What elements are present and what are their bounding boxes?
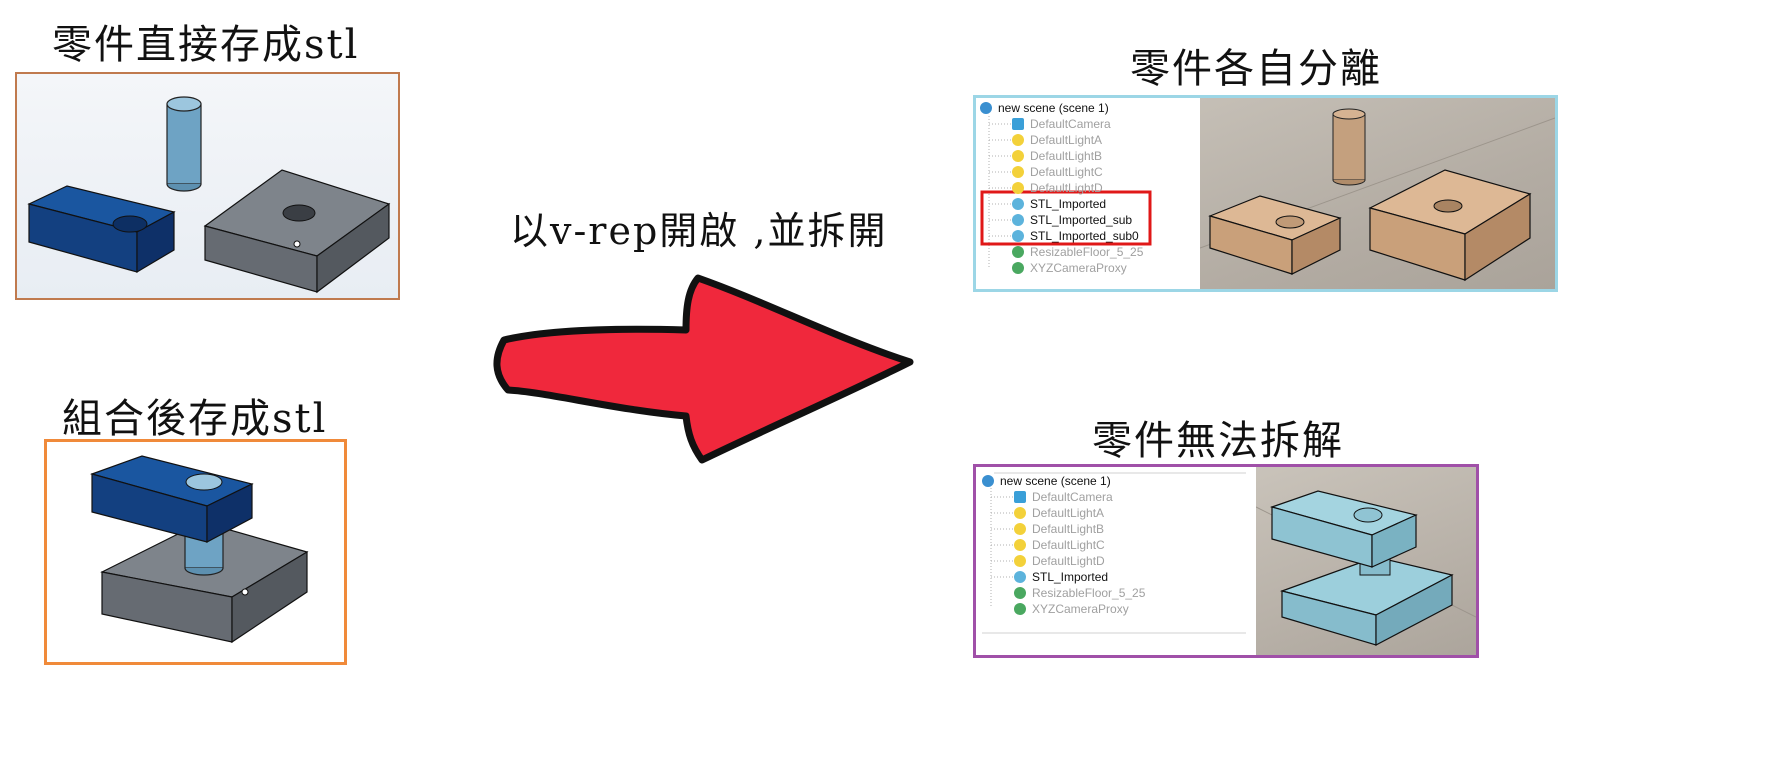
scene-hierarchy-top: new scene (scene 1) DefaultCamera Defaul… bbox=[976, 98, 1200, 289]
right-arrow-icon bbox=[493, 274, 914, 464]
tan-block-part bbox=[1208, 195, 1342, 275]
scene-hierarchy-bottom: new scene (scene 1) DefaultCamera Defaul… bbox=[976, 467, 1252, 655]
floor-icon bbox=[1012, 246, 1024, 258]
separated-parts-render bbox=[1200, 108, 1555, 282]
tree-item-xyz-camera[interactable]: XYZCameraProxy bbox=[1014, 601, 1129, 617]
merged-part-render bbox=[1256, 490, 1476, 646]
shape-drop-icon bbox=[1012, 198, 1024, 210]
cylinder-part bbox=[166, 96, 202, 192]
tree-item-xyz-camera[interactable]: XYZCameraProxy bbox=[1012, 260, 1127, 276]
vrep-merged-panel: new scene (scene 1) DefaultCamera Defaul… bbox=[973, 464, 1479, 658]
light-icon bbox=[1014, 555, 1026, 567]
shape-drop-icon bbox=[1014, 571, 1026, 583]
light-icon bbox=[1014, 507, 1026, 519]
tree-item-light-d[interactable]: DefaultLightD bbox=[1012, 180, 1103, 196]
cad-separate-parts-render bbox=[27, 96, 391, 294]
viewport-separated[interactable] bbox=[1200, 98, 1555, 289]
camera-icon bbox=[1012, 118, 1024, 130]
tree-item-light-b[interactable]: DefaultLightB bbox=[1012, 148, 1102, 164]
cad-assembled-panel bbox=[44, 439, 347, 665]
heading-parts-separated: 零件各自分離 bbox=[1130, 46, 1382, 92]
tree-item-light-c[interactable]: DefaultLightC bbox=[1012, 164, 1103, 180]
light-icon bbox=[1012, 134, 1024, 146]
camera-proxy-icon bbox=[1014, 603, 1026, 615]
light-icon bbox=[1014, 523, 1026, 535]
tree-item-light-c[interactable]: DefaultLightC bbox=[1014, 537, 1105, 553]
vrep-separated-panel: new scene (scene 1) DefaultCamera Defaul… bbox=[973, 95, 1558, 292]
tree-item-light-b[interactable]: DefaultLightB bbox=[1014, 521, 1104, 537]
camera-icon bbox=[1014, 491, 1026, 503]
tree-item-light-a[interactable]: DefaultLightA bbox=[1012, 132, 1102, 148]
tree-item-stl-imported[interactable]: STL_Imported bbox=[1014, 569, 1108, 585]
scene-globe-icon bbox=[982, 475, 994, 487]
tree-item-camera[interactable]: DefaultCamera bbox=[1012, 116, 1111, 132]
tree-item-stl-imported-sub[interactable]: STL_Imported_sub bbox=[1012, 212, 1132, 228]
merged-blue-part bbox=[1269, 490, 1454, 646]
tree-item-stl-imported-sub0[interactable]: STL_Imported_sub0 bbox=[1012, 228, 1139, 244]
grey-plate-part bbox=[203, 169, 391, 294]
scene-root[interactable]: new scene (scene 1) bbox=[980, 100, 1109, 116]
light-icon bbox=[1014, 539, 1026, 551]
tree-item-floor[interactable]: ResizableFloor_5_25 bbox=[1014, 585, 1145, 601]
scene-globe-icon bbox=[980, 102, 992, 114]
light-icon bbox=[1012, 150, 1024, 162]
tree-item-light-a[interactable]: DefaultLightA bbox=[1014, 505, 1104, 521]
light-icon bbox=[1012, 166, 1024, 178]
heading-assembled-stl: 組合後存成stl bbox=[62, 396, 328, 442]
light-icon bbox=[1012, 182, 1024, 194]
blue-block-part bbox=[27, 185, 176, 274]
tree-item-light-d[interactable]: DefaultLightD bbox=[1014, 553, 1105, 569]
shape-drop-icon bbox=[1012, 214, 1024, 226]
tree-item-stl-imported[interactable]: STL_Imported bbox=[1012, 196, 1106, 212]
scene-root[interactable]: new scene (scene 1) bbox=[982, 473, 1111, 489]
cad-separate-parts-panel bbox=[15, 72, 400, 300]
shape-drop-icon bbox=[1012, 230, 1024, 242]
blue-top-block-part bbox=[90, 455, 254, 543]
tan-cylinder-part bbox=[1332, 108, 1366, 186]
camera-proxy-icon bbox=[1012, 262, 1024, 274]
viewport-merged[interactable] bbox=[1256, 467, 1476, 655]
floor-icon bbox=[1014, 587, 1026, 599]
tree-item-floor[interactable]: ResizableFloor_5_25 bbox=[1012, 244, 1143, 260]
tan-plate-part bbox=[1368, 169, 1532, 282]
heading-direct-stl: 零件直接存成stl bbox=[52, 22, 360, 68]
cad-assembled-render bbox=[90, 455, 309, 644]
tree-item-camera[interactable]: DefaultCamera bbox=[1014, 489, 1113, 505]
heading-parts-not-separable: 零件無法拆解 bbox=[1092, 418, 1344, 464]
heading-open-vrep: 以v-rep開啟 ,並拆開 bbox=[510, 209, 888, 253]
